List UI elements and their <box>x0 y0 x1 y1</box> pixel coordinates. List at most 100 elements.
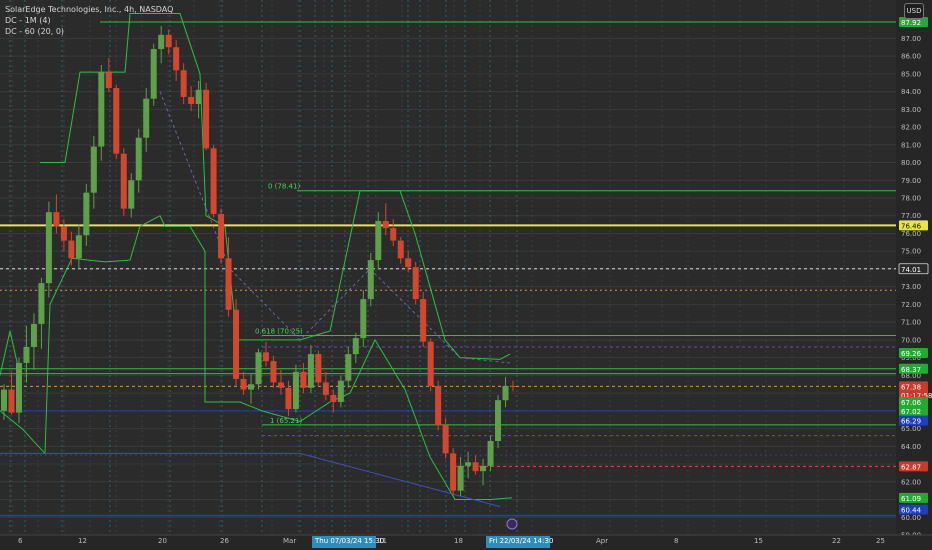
time-tick-label: 6 <box>18 537 23 545</box>
chart-legend: SolarEdge Technologies, Inc., 4h, NASDAQ… <box>5 4 173 37</box>
price-tick-label: 71.00 <box>901 319 921 327</box>
candle-body <box>120 153 127 209</box>
time-tick-label: Apr <box>596 537 608 545</box>
candle-body <box>218 213 225 259</box>
price-tag-text: 74.01 <box>901 266 921 274</box>
symbol-title[interactable]: SolarEdge Technologies, Inc., 4h, NASDAQ <box>5 4 173 15</box>
candle-body <box>150 49 157 99</box>
candle-body <box>60 226 67 241</box>
candle-body <box>322 382 329 395</box>
price-tick-label: 78.00 <box>901 195 921 203</box>
time-tick-label: 25 <box>876 537 885 545</box>
price-tick-label: 82.00 <box>901 124 921 132</box>
candle-body <box>405 258 412 268</box>
candle-body <box>240 378 247 390</box>
candle-body <box>23 346 30 363</box>
candle-body <box>300 371 307 388</box>
candle-body <box>38 283 45 324</box>
candle-body <box>90 146 97 193</box>
time-tick-label: 8 <box>674 537 678 545</box>
candle-body <box>487 440 494 466</box>
price-tick-label: 60.00 <box>901 514 921 522</box>
candle-body <box>375 221 382 261</box>
price-tick-label: 79.00 <box>901 177 921 185</box>
candle-body <box>292 371 299 410</box>
time-tick-label: 15 <box>754 537 763 545</box>
currency-button[interactable]: USD <box>904 3 924 19</box>
price-chart[interactable]: 0 (78.41)0.618 (70.25)1 (65.21) 59.0060.… <box>0 0 932 550</box>
crosshair-time-text: Fri 22/03/24 14:30 <box>489 537 553 545</box>
candle-body <box>390 228 397 241</box>
candle-body <box>495 400 502 441</box>
candle-body <box>15 362 22 413</box>
candle-body <box>442 425 449 454</box>
price-tick-label: 83.00 <box>901 106 921 114</box>
indicator-donchian-1m[interactable]: DC - 1M (4) <box>5 15 173 26</box>
candle-body <box>113 88 120 154</box>
candle-body <box>397 240 404 259</box>
chart-grid <box>0 0 896 550</box>
candle-body <box>480 465 487 472</box>
time-tick-label: 26 <box>220 537 229 545</box>
price-tag-text: 69.26 <box>901 350 922 358</box>
candle-body <box>225 258 232 310</box>
candle-body <box>45 212 52 284</box>
candle-body <box>367 260 374 300</box>
candle-body <box>1 389 7 411</box>
candle-body <box>128 180 135 209</box>
candle-body <box>83 192 90 236</box>
candle-body <box>210 148 217 214</box>
price-tick-label: 72.00 <box>901 301 921 309</box>
crosshair-time-text: Thu 07/03/24 15:30 <box>314 537 384 545</box>
time-tick-label: 20 <box>158 537 167 545</box>
candle-body <box>330 394 337 402</box>
price-tag-text: 68.37 <box>901 366 921 374</box>
price-tag-text: 61.09 <box>901 495 921 503</box>
plot-background <box>0 0 896 550</box>
price-tag-text: 76.46 <box>901 222 922 230</box>
price-tick-label: 87.00 <box>901 35 921 43</box>
time-tick-label: 18 <box>454 537 463 545</box>
candle-body <box>203 89 210 149</box>
price-tag-text: 66.29 <box>901 418 921 426</box>
candle-body <box>345 354 352 381</box>
candle-body <box>307 354 314 388</box>
earnings-event-icon <box>506 518 518 530</box>
time-tick-label: 22 <box>832 537 841 545</box>
price-tick-label: 84.00 <box>901 88 921 96</box>
price-tick-label: 81.00 <box>901 141 921 149</box>
candle-body <box>180 70 187 97</box>
candle-body <box>262 352 269 362</box>
candle-body <box>352 338 359 355</box>
candle-body <box>315 354 322 383</box>
candle-body <box>412 267 419 300</box>
time-axis[interactable]: 6 12 20 26 Mar 11 18 Apr 8 15 22 25Thu 07/03/24 15:… <box>0 534 932 550</box>
time-tick-label: Mar <box>283 537 296 545</box>
indicator-donchian-60[interactable]: DC - 60 (20, 0) <box>5 26 173 37</box>
candle-body <box>450 453 457 491</box>
candle-body <box>255 352 262 385</box>
time-tick-label: 12 <box>78 537 87 545</box>
price-tick-label: 73.00 <box>901 283 921 291</box>
candle-body <box>337 380 344 402</box>
candle-body <box>173 47 180 71</box>
candle-body <box>248 384 255 390</box>
candle-body <box>8 389 15 413</box>
candle-body <box>427 341 434 387</box>
price-tick-label: 65.00 <box>901 425 921 433</box>
candle-body <box>188 96 195 105</box>
candle-body <box>382 221 389 229</box>
candle-body <box>277 382 284 388</box>
fib-label: 0.618 (70.25) <box>255 327 303 335</box>
price-tag-text: 67.06 <box>901 399 922 407</box>
time-axis-bg <box>0 535 932 550</box>
price-tick-label: 77.00 <box>901 212 921 220</box>
price-tick-label: 76.00 <box>901 230 921 238</box>
price-tick-label: 64.00 <box>901 443 921 451</box>
candle-body <box>143 98 150 138</box>
candle-body <box>510 386 516 388</box>
candle-body <box>285 387 292 410</box>
candle-body <box>195 89 202 105</box>
candle-body <box>68 240 75 259</box>
fib-label: 1 (65.21) <box>270 417 302 425</box>
